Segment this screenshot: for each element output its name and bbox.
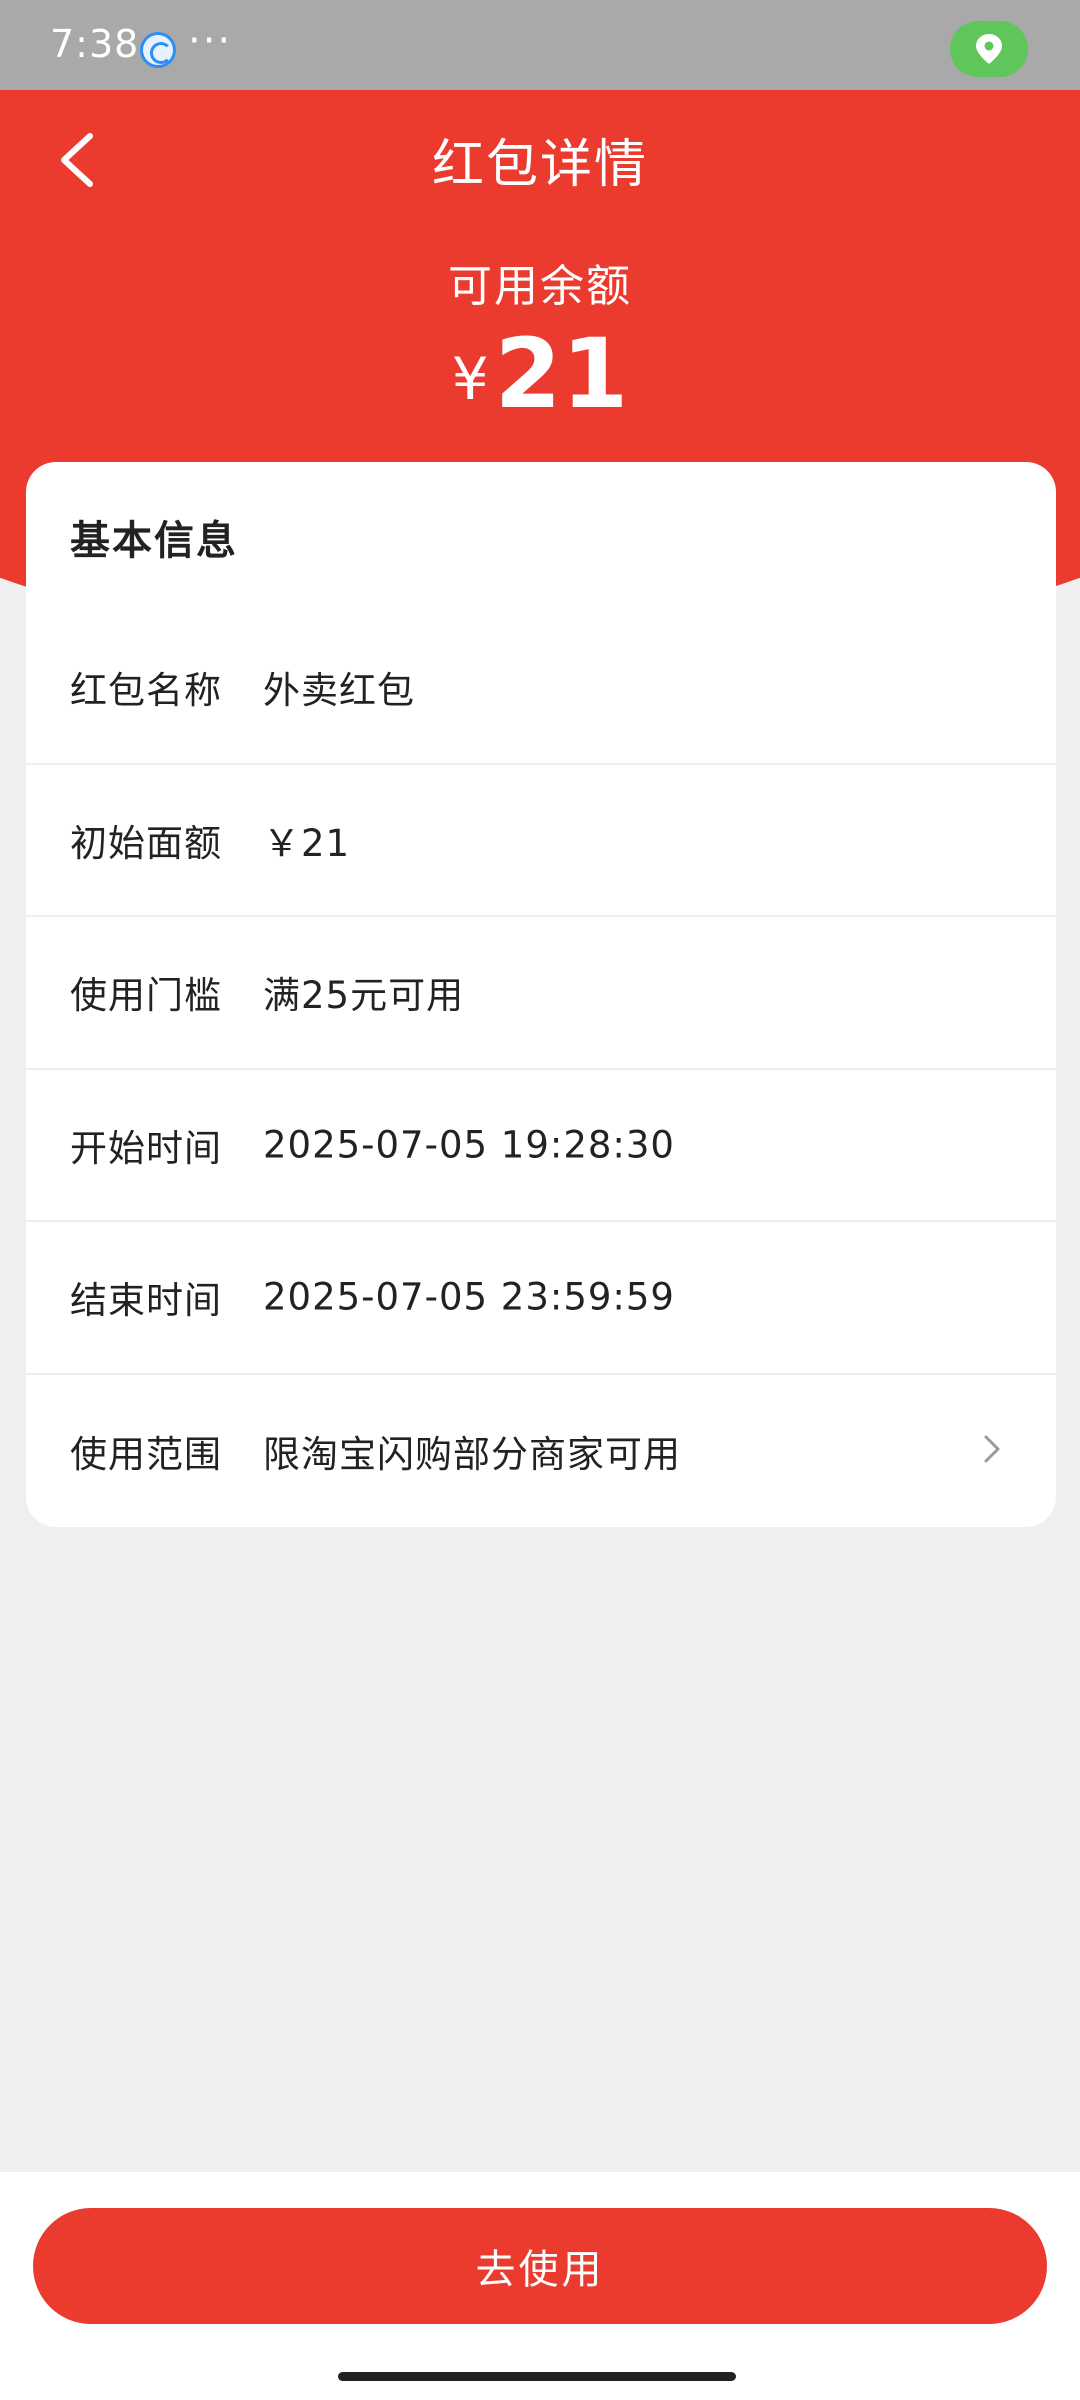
- more-notifications-icon: ···: [188, 18, 233, 64]
- info-row-threshold: 使用门槛 满25元可用: [26, 917, 1056, 1070]
- currency-symbol: ¥: [451, 345, 489, 413]
- info-row-name: 红包名称 外卖红包: [26, 612, 1056, 765]
- use-now-button[interactable]: 去使用: [33, 2208, 1047, 2324]
- info-row-end-time: 结束时间 2025-07-05 23:59:59: [26, 1222, 1056, 1375]
- row-value: 2025-07-05 23:59:59: [263, 1275, 675, 1319]
- row-label: 使用门槛: [70, 974, 222, 1018]
- bottom-action-bar: 去使用: [0, 2172, 1080, 2400]
- row-label: 开始时间: [70, 1126, 222, 1170]
- chevron-right-icon: [980, 1431, 1004, 1471]
- row-value: 满25元可用: [263, 974, 465, 1018]
- status-time: 7:38: [50, 22, 140, 66]
- info-list: 红包名称 外卖红包 初始面额 ￥21 使用门槛 满25元可用 开始时间 2025…: [26, 612, 1056, 1527]
- row-label: 使用范围: [70, 1432, 222, 1476]
- info-row-initial-amount: 初始面额 ￥21: [26, 765, 1056, 917]
- balance-value: 21: [494, 318, 629, 430]
- row-label: 红包名称: [70, 669, 222, 713]
- info-row-usage-scope[interactable]: 使用范围 限淘宝闪购部分商家可用: [26, 1375, 1056, 1528]
- basic-info-card: 基本信息 红包名称 外卖红包 初始面额 ￥21 使用门槛 满25元可用 开始时间…: [26, 462, 1056, 1527]
- row-value: 限淘宝闪购部分商家可用: [263, 1432, 681, 1476]
- page-title: 红包详情: [431, 135, 648, 195]
- browser-icon: [140, 32, 176, 68]
- status-bar: 7:38 ···: [0, 0, 1080, 90]
- red-packet-detail-screen: 7:38 ··· 红包详情 可用余额 ¥21 基本信息 红包名称 外卖红包 初始…: [0, 0, 1080, 2400]
- home-indicator[interactable]: [338, 2372, 736, 2381]
- info-row-start-time: 开始时间 2025-07-05 19:28:30: [26, 1070, 1056, 1222]
- row-label: 结束时间: [70, 1279, 222, 1323]
- row-value: 外卖红包: [263, 669, 415, 713]
- balance-amount: ¥21: [0, 318, 1080, 430]
- row-value: 2025-07-05 19:28:30: [263, 1123, 675, 1167]
- location-pin-icon: [950, 21, 1028, 77]
- card-title: 基本信息: [70, 518, 238, 564]
- balance-label: 可用余额: [448, 261, 632, 312]
- row-value: ￥21: [263, 821, 351, 865]
- row-label: 初始面额: [70, 821, 222, 865]
